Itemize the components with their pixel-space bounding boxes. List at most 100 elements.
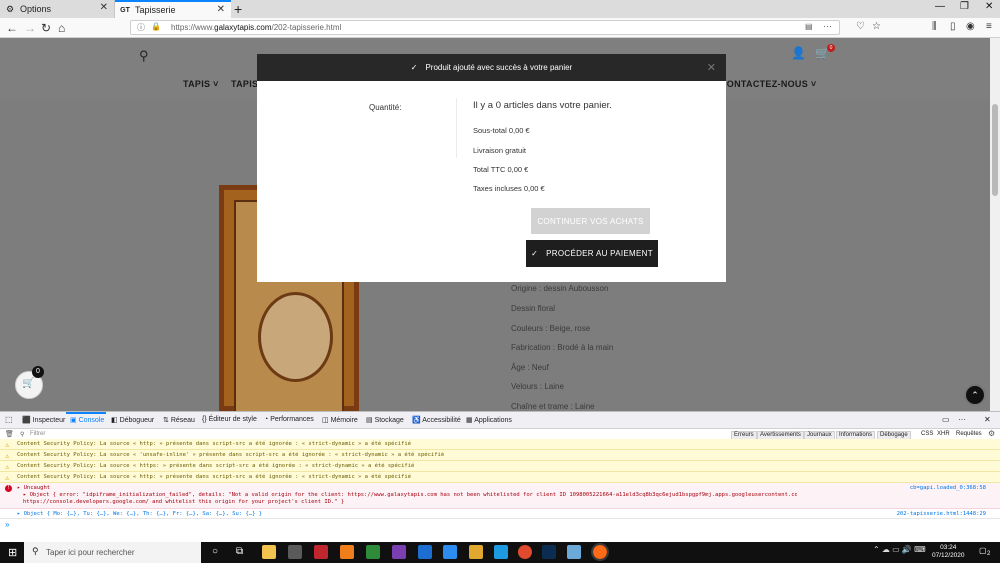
total: Total TTC 0,00 €: [473, 165, 529, 174]
desc-line: Velours : Laine: [511, 382, 564, 391]
tab-reseau[interactable]: ⇅ Réseau: [163, 416, 195, 424]
scrollbar-thumb[interactable]: [992, 104, 998, 196]
tab-tapisserie[interactable]: GT Tapisserie ✕: [115, 0, 231, 18]
modal-title: Produit ajouté avec succès à votre panie…: [425, 63, 573, 72]
windows-start-icon[interactable]: ⊞: [8, 546, 17, 559]
account-icon[interactable]: 👤: [791, 46, 806, 60]
forward-icon[interactable]: →: [24, 21, 36, 35]
tab-editeur-de-style[interactable]: {} Éditeur de style: [202, 416, 257, 423]
app-icon[interactable]: [418, 545, 432, 559]
back-icon[interactable]: ←: [6, 21, 18, 35]
filter-input[interactable]: Filtrer: [30, 431, 45, 437]
home-icon[interactable]: ⌂: [58, 21, 65, 35]
notification-count: 2: [987, 551, 991, 557]
warning-icon: ⚠: [5, 452, 10, 460]
lock-icon[interactable]: 🔒: [151, 22, 161, 31]
console-prompt[interactable]: »: [5, 520, 9, 529]
reader-view-icon[interactable]: ▤: [805, 22, 813, 31]
floating-cart-button[interactable]: 🛒 0: [15, 366, 44, 399]
search-icon[interactable]: ⚲: [139, 48, 149, 64]
date: 07/12/2020: [932, 552, 965, 559]
close-devtools-icon[interactable]: ✕: [984, 415, 991, 424]
page-scrollbar[interactable]: [990, 38, 1000, 411]
add-to-cart-modal: ✓ Produit ajouté avec succès à votre pan…: [257, 54, 726, 282]
gear-icon: ⚙: [5, 3, 15, 14]
filezilla-icon[interactable]: [314, 545, 328, 559]
task-view-icon[interactable]: ⧉: [236, 546, 243, 557]
shipping: Livraison gratuit: [473, 146, 526, 155]
minimize-icon[interactable]: —: [935, 1, 945, 12]
firefox-icon[interactable]: [591, 543, 609, 561]
notification-icon[interactable]: ▢: [979, 546, 987, 555]
warning-message: ⚠ Content Security Policy: La source « ht…: [0, 461, 1000, 472]
maximize-icon[interactable]: ❐: [960, 1, 969, 12]
search-icon: ⚲: [32, 546, 39, 556]
page-content: ⚲ 👤 🛒 0 TAPIS ˅ TAPIS CONTACTEZ-NOUS ˅ O…: [0, 38, 990, 411]
clock[interactable]: 03:24 07/12/2020: [932, 544, 965, 560]
filter-css[interactable]: CSS: [921, 431, 933, 437]
app-icon[interactable]: [366, 545, 380, 559]
tab-memoire[interactable]: ◫ Mémoire: [322, 416, 358, 424]
tab-accessibilite[interactable]: ♿ Accessibilité: [412, 416, 461, 424]
tab-stockage[interactable]: ▤ Stockage: [366, 416, 404, 424]
new-tab-button[interactable]: +: [234, 1, 242, 17]
filter-xhr[interactable]: XHR: [937, 431, 950, 437]
log-source-link[interactable]: 202-tapisserie.html:1448:29: [897, 509, 986, 519]
close-icon[interactable]: ✕: [707, 61, 716, 74]
cortana-icon[interactable]: ○: [212, 546, 218, 557]
menu-tapis-2[interactable]: TAPIS: [231, 79, 258, 89]
url-bar[interactable]: ⓘ 🔒 https://www.galaxytapis.com/202-tapi…: [130, 20, 840, 35]
app-icon[interactable]: [567, 545, 581, 559]
trash-icon[interactable]: 🗑: [5, 430, 14, 438]
chrome-icon[interactable]: [518, 545, 532, 559]
taskbar: ⊞ Taper ici pour rechercher ⚲ ○ ⧉ ⌃ ☁ ▭ …: [0, 542, 1000, 563]
error-source-link[interactable]: cb=gapi.loaded_0:368:58: [910, 485, 986, 492]
nav-bar: ← → ↻ ⌂ ⓘ 🔒 https://www.galaxytapis.com/…: [0, 18, 1000, 38]
menu-contact[interactable]: CONTACTEZ-NOUS ˅: [720, 79, 816, 89]
devtools-panel: ⬚ ⬛ Inspecteur ▣ Console ◧ Débogueur ⇅ R…: [0, 411, 1000, 542]
pocket-icon[interactable]: ♡: [856, 21, 865, 32]
bookmark-star-icon[interactable]: ☆: [872, 21, 881, 32]
continue-shopping-button[interactable]: CONTINUER VOS ACHATS: [531, 208, 650, 234]
close-tab-icon[interactable]: ✕: [100, 2, 108, 13]
gear-icon[interactable]: ⚙: [988, 429, 995, 438]
log-object[interactable]: ▸ Object { Mo: {…}, Tu: {…}, We: {…}, Th…: [0, 509, 1000, 519]
tab-inspecteur[interactable]: ⬛ Inspecteur: [22, 416, 65, 424]
tab-performances[interactable]: ◔ Performances: [264, 416, 314, 423]
extension-icon[interactable]: ◉: [966, 21, 975, 32]
error-message[interactable]: ! ▸ Uncaught ▸ Object { error: "idpifram…: [0, 483, 1000, 509]
back-to-top-button[interactable]: ⌃: [964, 384, 986, 406]
sidebar-icon[interactable]: ▯: [950, 21, 956, 32]
desc-line: Origine : dessin Aubousson: [511, 284, 609, 293]
dock-icon[interactable]: ▭: [942, 415, 950, 424]
file-explorer-icon[interactable]: [262, 545, 276, 559]
options-icon[interactable]: ···: [958, 415, 966, 424]
app-icon[interactable]: [392, 545, 406, 559]
info-icon[interactable]: ⓘ: [137, 22, 145, 33]
tab-applications[interactable]: ▦ Applications: [466, 416, 512, 424]
close-tab-icon[interactable]: ✕: [217, 4, 225, 15]
library-icon[interactable]: ⫼: [932, 21, 937, 32]
tab-console[interactable]: ▣ Console: [70, 416, 104, 424]
store-icon[interactable]: [288, 545, 302, 559]
pick-element-icon[interactable]: ⬚: [5, 415, 13, 424]
app-icon[interactable]: [469, 545, 483, 559]
error-detail-2: https://console.developers.google.com/ a…: [23, 499, 345, 505]
system-tray[interactable]: ⌃ ☁ ▭ 🔊 ⌨: [873, 545, 926, 554]
menu-tapis[interactable]: TAPIS ˅: [183, 79, 219, 89]
divider: [456, 98, 457, 158]
tab-options[interactable]: ⚙ Options ✕: [0, 0, 115, 18]
tab-debogueur[interactable]: ◧ Débogueur: [111, 416, 154, 424]
reload-icon[interactable]: ↻: [41, 21, 51, 35]
photoshop-icon[interactable]: [542, 545, 556, 559]
close-window-icon[interactable]: ✕: [985, 1, 993, 12]
skype-icon[interactable]: [443, 545, 457, 559]
vlc-icon[interactable]: [340, 545, 354, 559]
site-favicon-icon: GT: [120, 6, 130, 14]
checkout-button[interactable]: ✓ PROCÉDER AU PAIEMENT: [526, 240, 658, 267]
edge-icon[interactable]: [494, 545, 508, 559]
hamburger-menu-icon[interactable]: ≡: [986, 21, 992, 32]
filter-requetes[interactable]: Requêtes: [956, 431, 982, 437]
taskbar-search[interactable]: Taper ici pour rechercher: [24, 542, 201, 563]
page-actions-icon[interactable]: ···: [823, 21, 832, 31]
